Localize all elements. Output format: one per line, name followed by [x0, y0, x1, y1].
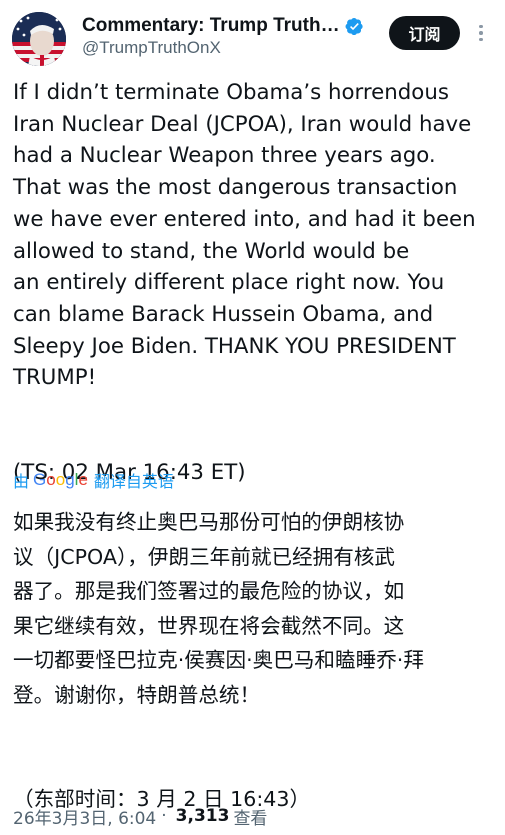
post-text: If I didn’t terminate Obama’s horrendous…: [13, 80, 476, 486]
google-logo: Google: [33, 470, 88, 489]
avatar[interactable]: [12, 12, 66, 66]
post-meta: 26年3月3日, 6:04 · 3,313 查看: [13, 804, 268, 829]
post-timestamp[interactable]: 26年3月3日, 6:04: [13, 804, 156, 829]
post-header: Commentary: Trump Truth Social @TrumpTru…: [0, 0, 505, 72]
subscribe-button[interactable]: 订阅: [389, 16, 460, 50]
views-label: 查看: [233, 808, 268, 829]
author-handle[interactable]: @TrumpTruthOnX: [82, 37, 221, 59]
author-name-row: Commentary: Trump Truth Social: [82, 13, 364, 39]
translation-by-label: 由: [13, 472, 30, 491]
more-vertical-icon[interactable]: [472, 21, 490, 45]
meta-separator: ·: [161, 806, 167, 826]
author-display-name[interactable]: Commentary: Trump Truth Social: [82, 13, 340, 39]
translated-from-english-link[interactable]: 翻译自英语: [94, 468, 174, 492]
views-count: 3,313: [175, 806, 230, 826]
translation-attribution: 由 Google 翻译自英语: [13, 468, 174, 492]
verified-badge-icon: [345, 17, 364, 36]
translated-post-text: 如果我没有终止奥巴马那份可怕的伊朗核协 议（JCPOA），伊朗三年前就已经拥有核…: [13, 510, 424, 811]
